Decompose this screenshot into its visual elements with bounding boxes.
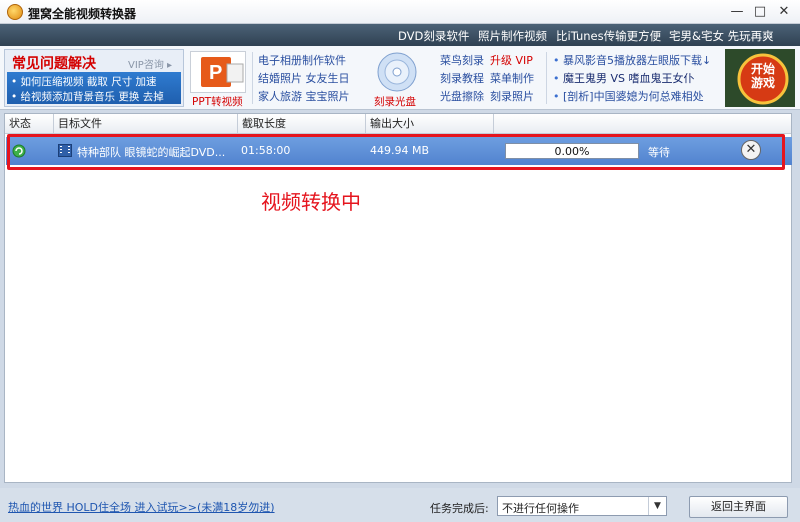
link-photo-video[interactable]: 照片制作视频: [478, 28, 547, 44]
col-progress: [494, 114, 791, 134]
top-link-bar: DVD刻录软件 照片制作视频 比iTunes传输更方便 宅男&宅女 先玩再爽: [0, 24, 800, 46]
news-link-3[interactable]: [剖析]中国婆媳为何总难相处: [553, 88, 704, 104]
svg-text:P: P: [209, 62, 222, 84]
footer-ad-link[interactable]: 热血的世界 HOLD住全场 进入试玩>>(未满18岁勿进): [8, 499, 275, 515]
col-output-size[interactable]: 输出大小: [366, 114, 494, 134]
disc-icon[interactable]: [372, 50, 422, 94]
after-complete-value: 不进行任何操作: [502, 502, 579, 515]
burn-link-2a[interactable]: 刻录教程: [440, 70, 484, 86]
footer-bar: 热血的世界 HOLD住全场 进入试玩>>(未满18岁勿进) 任务完成后: 不进行…: [0, 488, 800, 522]
link-itunes[interactable]: 比iTunes传输更方便: [556, 28, 661, 44]
burn-link-2b[interactable]: 菜单制作: [490, 70, 534, 86]
album-link-1[interactable]: 电子相册制作软件: [258, 52, 346, 68]
task-list: 状态 目标文件 截取长度 输出大小 特种部队 眼镜蛇的崛起DVD... 01:5…: [4, 113, 792, 483]
album-link-2[interactable]: 结婚照片 女友生日: [258, 70, 350, 86]
game-caption[interactable]: 开始游戏: [748, 62, 778, 90]
app-title: 狸窝全能视频转换器: [28, 7, 137, 21]
faq-link-music[interactable]: • 给视频添加背景音乐 更换 去掉: [11, 89, 164, 104]
annotation-text: 视频转换中: [261, 190, 361, 214]
list-header: 状态 目标文件 截取长度 输出大小: [5, 114, 791, 134]
close-window-button[interactable]: ✕: [775, 3, 793, 21]
app-logo-icon: [7, 4, 23, 20]
ad-banner: 常见问题解决 VIP咨询 ▸ • 如何压缩视频 截取 尺寸 加速 • 给视频添加…: [0, 46, 800, 110]
ppt-icon[interactable]: P: [190, 51, 246, 93]
burn-caption[interactable]: 刻录光盘: [374, 94, 416, 109]
col-length[interactable]: 截取长度: [238, 114, 366, 134]
burn-link-3a[interactable]: 光盘擦除: [440, 88, 484, 104]
banner-divider: [546, 52, 547, 104]
news-link-2[interactable]: 魔王鬼男 VS 嗜血鬼王女仆: [553, 70, 695, 86]
banner-divider: [252, 52, 253, 104]
ppt-caption[interactable]: PPT转视频: [192, 94, 243, 109]
burn-link-3b[interactable]: 刻录照片: [490, 88, 534, 104]
annotation-highlight-box: [7, 134, 785, 170]
faq-link-compress[interactable]: • 如何压缩视频 截取 尺寸 加速: [11, 74, 157, 89]
faq-title: 常见问题解决: [12, 56, 96, 72]
link-dvd-burn[interactable]: DVD刻录软件: [398, 28, 469, 44]
after-complete-label: 任务完成后:: [430, 502, 489, 515]
minimize-button[interactable]: —: [728, 3, 746, 21]
faq-strip: • 如何压缩视频 截取 尺寸 加速 • 给视频添加背景音乐 更换 去掉: [7, 72, 181, 104]
back-to-main-button[interactable]: 返回主界面: [689, 496, 788, 518]
album-link-3[interactable]: 家人旅游 宝宝照片: [258, 88, 350, 104]
news-link-1[interactable]: 暴风影音5播放器左眼版下载↓: [553, 52, 711, 68]
title-bar: 狸窝全能视频转换器 — □ ✕: [0, 0, 800, 24]
burn-link-1b[interactable]: 升级 VIP: [490, 52, 533, 68]
chevron-down-icon[interactable]: ▼: [648, 497, 666, 515]
vip-consult-link[interactable]: VIP咨询 ▸: [128, 56, 172, 71]
col-target-file[interactable]: 目标文件: [54, 114, 238, 134]
after-complete-select[interactable]: 不进行任何操作 ▼: [497, 496, 667, 516]
link-game[interactable]: 宅男&宅女 先玩再爽: [669, 28, 774, 44]
col-status[interactable]: 状态: [5, 114, 54, 134]
burn-link-1a[interactable]: 菜鸟刻录: [440, 52, 484, 68]
faq-panel: 常见问题解决 VIP咨询 ▸ • 如何压缩视频 截取 尺寸 加速 • 给视频添加…: [4, 49, 184, 107]
maximize-button[interactable]: □: [751, 3, 769, 21]
